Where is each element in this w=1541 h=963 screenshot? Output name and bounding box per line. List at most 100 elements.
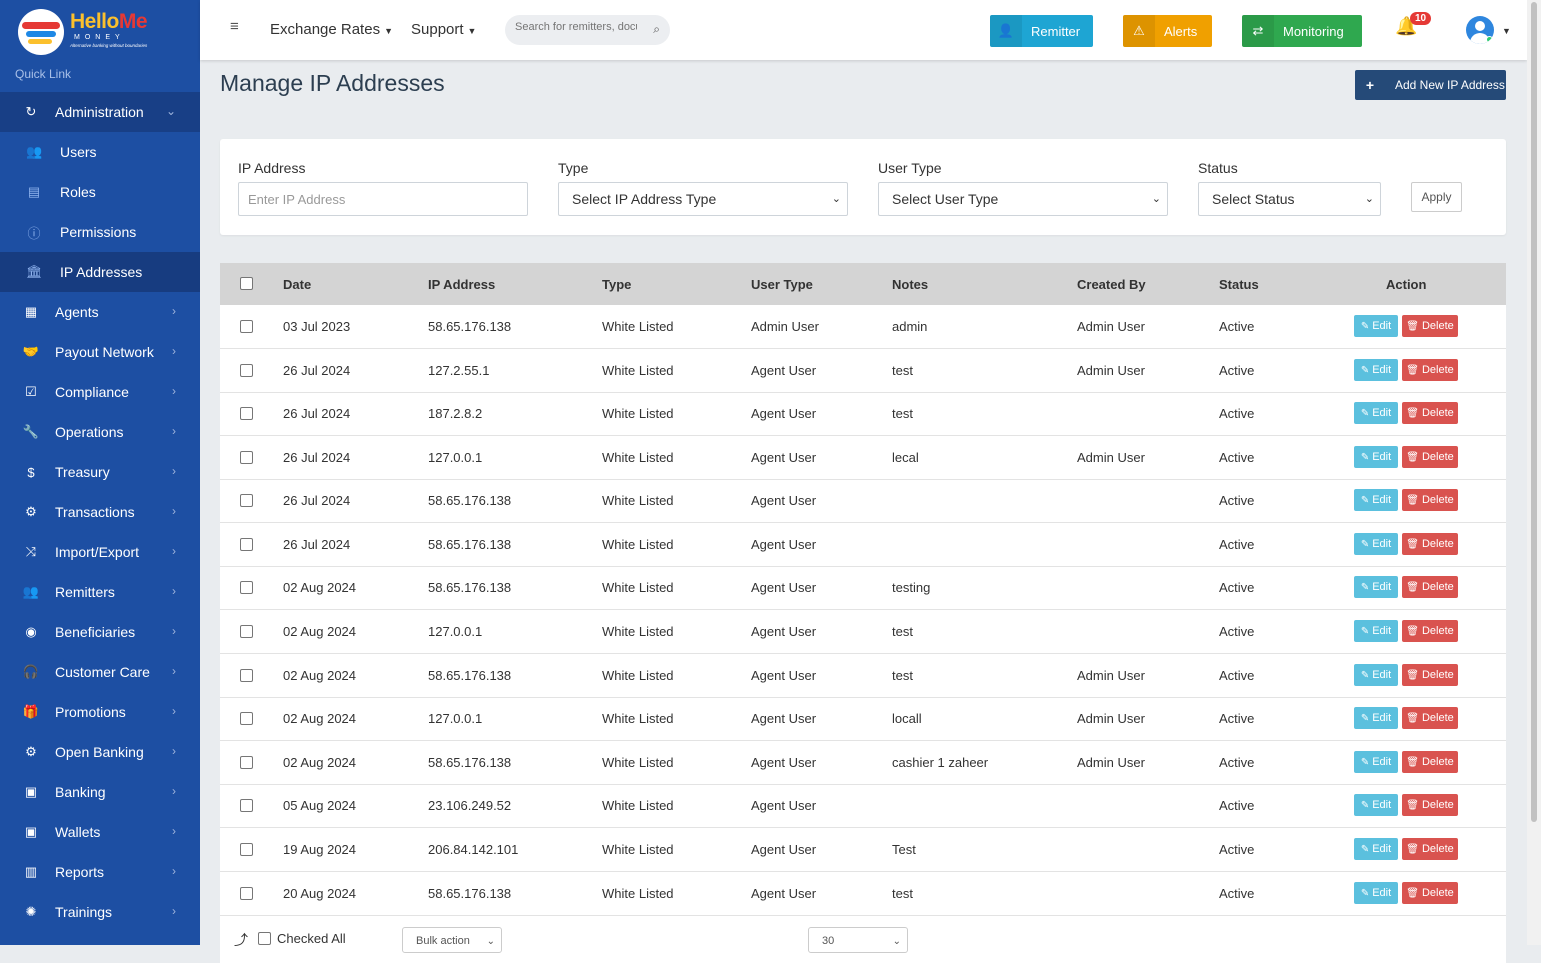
delete-button[interactable]: 🗑 Delete (1402, 489, 1458, 511)
sidebar-subitem-permissions[interactable]: ⓘ Permissions (0, 212, 200, 252)
table-row: 26 Jul 2024 187.2.8.2 White Listed Agent Us… (220, 392, 1506, 436)
remitter-button[interactable]: 👤 Remitter (990, 15, 1093, 47)
sidebar-subitem-ip-addresses[interactable]: 🏛 IP Addresses (0, 252, 200, 292)
type-select[interactable]: Select IP Address Type ⌄ (558, 182, 848, 216)
sidebar-item-operations[interactable]: 🔧 Operations › (0, 412, 200, 452)
row-checkbox[interactable] (240, 799, 253, 812)
delete-button[interactable]: 🗑 Delete (1402, 576, 1458, 598)
row-checkbox[interactable] (240, 581, 253, 594)
delete-button[interactable]: 🗑 Delete (1402, 533, 1458, 555)
edit-button[interactable]: ✎ Edit (1354, 794, 1398, 816)
search-icon[interactable]: ⌕ (653, 22, 660, 37)
row-checkbox[interactable] (240, 407, 253, 420)
sidebar-item-banking[interactable]: ▣ Banking › (0, 772, 200, 812)
row-checkbox[interactable] (240, 756, 253, 769)
sidebar-item-transactions[interactable]: ⚙ Transactions › (0, 492, 200, 532)
edit-button[interactable]: ✎ Edit (1354, 882, 1398, 904)
delete-button[interactable]: 🗑 Delete (1402, 620, 1458, 642)
ip-address-input[interactable]: Enter IP Address (238, 182, 528, 216)
delete-button[interactable]: 🗑 Delete (1402, 359, 1458, 381)
edit-button[interactable]: ✎ Edit (1354, 576, 1398, 598)
brand-logo[interactable]: HelloMe MONEY Alternative banking withou… (18, 8, 148, 55)
edit-button[interactable]: ✎ Edit (1354, 446, 1398, 468)
row-checkbox[interactable] (240, 538, 253, 551)
exchange-rates-dropdown[interactable]: Exchange Rates ▼ (270, 21, 393, 38)
sidebar-item-open-banking[interactable]: ⚙ Open Banking › (0, 732, 200, 772)
col-user-type[interactable]: User Type (751, 277, 813, 292)
cell-date: 02 Aug 2024 (283, 668, 357, 683)
quick-link[interactable]: Quick Link (15, 67, 71, 81)
edit-button[interactable]: ✎ Edit (1354, 489, 1398, 511)
delete-button[interactable]: 🗑 Delete (1402, 751, 1458, 773)
edit-button[interactable]: ✎ Edit (1354, 533, 1398, 555)
col-type[interactable]: Type (602, 277, 631, 292)
edit-button[interactable]: ✎ Edit (1354, 838, 1398, 860)
delete-button[interactable]: 🗑 Delete (1402, 707, 1458, 729)
edit-button[interactable]: ✎ Edit (1354, 359, 1398, 381)
sidebar-item-customer-care[interactable]: 🎧 Customer Care › (0, 652, 200, 692)
row-checkbox[interactable] (240, 364, 253, 377)
sidebar-subitem-roles[interactable]: ▤ Roles (0, 172, 200, 212)
sidebar-subitem-users[interactable]: 👥 Users (0, 132, 200, 172)
checked-all-checkbox[interactable] (258, 932, 271, 945)
delete-button[interactable]: 🗑 Delete (1402, 794, 1458, 816)
sidebar-item-agents[interactable]: ▦ Agents › (0, 292, 200, 332)
edit-button[interactable]: ✎ Edit (1354, 315, 1398, 337)
edit-button[interactable]: ✎ Edit (1354, 707, 1398, 729)
sidebar-item-reports[interactable]: ▥ Reports › (0, 852, 200, 892)
col-status[interactable]: Status (1219, 277, 1259, 292)
row-checkbox[interactable] (240, 669, 253, 682)
per-page-select[interactable]: 30 ⌄ (808, 927, 908, 953)
edit-button[interactable]: ✎ Edit (1354, 402, 1398, 424)
status-select[interactable]: Select Status ⌄ (1198, 182, 1381, 216)
sidebar-item-remitters[interactable]: 👥 Remitters › (0, 572, 200, 612)
select-all-checkbox[interactable] (240, 277, 253, 290)
row-checkbox[interactable] (240, 494, 253, 507)
sidebar-item-administration[interactable]: ↻ Administration ⌄ (0, 92, 200, 132)
user-type-select[interactable]: Select User Type ⌄ (878, 182, 1168, 216)
edit-button[interactable]: ✎ Edit (1354, 620, 1398, 642)
delete-button[interactable]: 🗑 Delete (1402, 402, 1458, 424)
col-notes[interactable]: Notes (892, 277, 928, 292)
row-checkbox[interactable] (240, 712, 253, 725)
edit-button[interactable]: ✎ Edit (1354, 664, 1398, 686)
row-checkbox[interactable] (240, 625, 253, 638)
add-ip-address-button[interactable]: + Add New IP Address (1355, 70, 1506, 100)
chevron-right-icon: › (172, 824, 176, 838)
user-avatar[interactable] (1466, 16, 1494, 44)
sidebar-item-payout-network[interactable]: 🤝 Payout Network › (0, 332, 200, 372)
table-row: 02 Aug 2024 127.0.0.1 White Listed Agent Us… (220, 697, 1506, 741)
caret-down-icon[interactable]: ▼ (1502, 26, 1511, 36)
row-checkbox[interactable] (240, 320, 253, 333)
monitoring-button[interactable]: ⇄ Monitoring (1242, 15, 1362, 47)
apply-button[interactable]: Apply (1411, 182, 1462, 212)
sidebar-item-beneficiaries[interactable]: ◉ Beneficiaries › (0, 612, 200, 652)
bulk-action-select[interactable]: Bulk action ⌄ (402, 927, 502, 953)
col-created-by[interactable]: Created By (1077, 277, 1146, 292)
sidebar-item-import-export[interactable]: ⤨ Import/Export › (0, 532, 200, 572)
col-date[interactable]: Date (283, 277, 311, 292)
sidebar-item-treasury[interactable]: $ Treasury › (0, 452, 200, 492)
search-input[interactable] (515, 21, 637, 33)
row-checkbox[interactable] (240, 843, 253, 856)
delete-button[interactable]: 🗑 Delete (1402, 446, 1458, 468)
sidebar-item-trainings[interactable]: ✺ Trainings › (0, 892, 200, 932)
page-scrollbar[interactable] (1527, 0, 1541, 945)
support-dropdown[interactable]: Support ▼ (411, 21, 476, 38)
sidebar-item-compliance[interactable]: ☑ Compliance › (0, 372, 200, 412)
cell-type: White Listed (602, 755, 674, 770)
hamburger-menu-icon[interactable]: ≡ (230, 18, 239, 35)
col-ip-address[interactable]: IP Address (428, 277, 495, 292)
row-checkbox[interactable] (240, 451, 253, 464)
row-checkbox[interactable] (240, 887, 253, 900)
sidebar-item-wallets[interactable]: ▣ Wallets › (0, 812, 200, 852)
table-row: 26 Jul 2024 127.2.55.1 White Listed Agent U… (220, 349, 1506, 393)
edit-button[interactable]: ✎ Edit (1354, 751, 1398, 773)
delete-button[interactable]: 🗑 Delete (1402, 838, 1458, 860)
alerts-button[interactable]: ⚠ Alerts (1123, 15, 1212, 47)
chevron-right-icon: › (172, 304, 176, 318)
sidebar-item-promotions[interactable]: 🎁 Promotions › (0, 692, 200, 732)
delete-button[interactable]: 🗑 Delete (1402, 315, 1458, 337)
delete-button[interactable]: 🗑 Delete (1402, 882, 1458, 904)
delete-button[interactable]: 🗑 Delete (1402, 664, 1458, 686)
